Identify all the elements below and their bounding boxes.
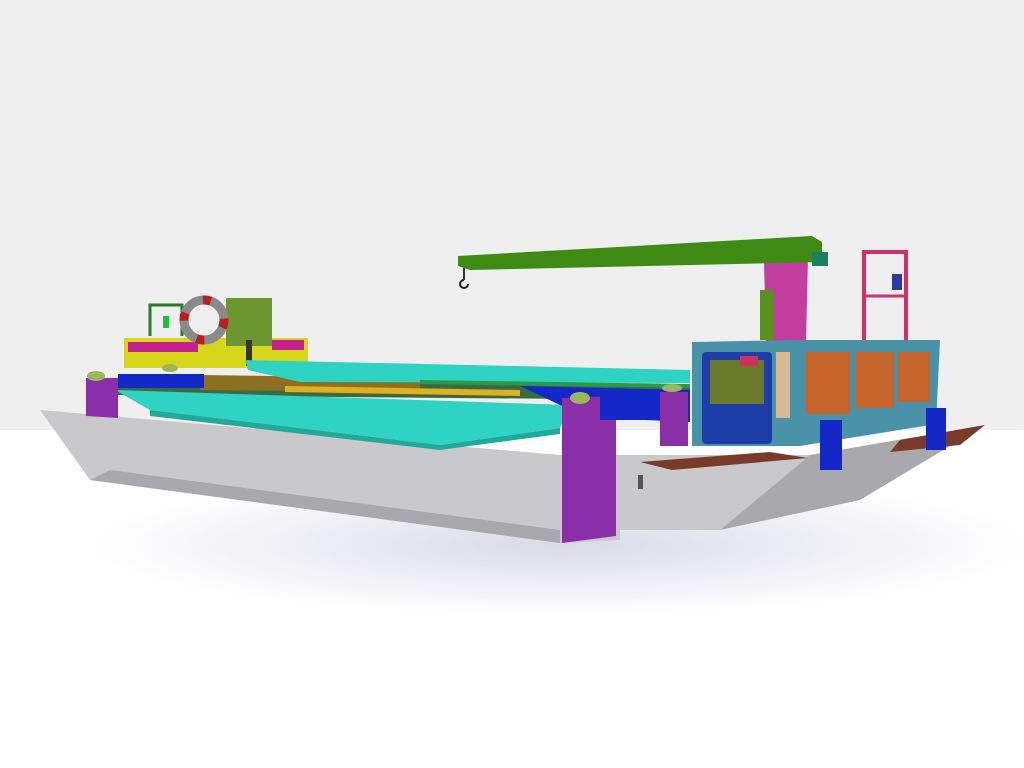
railing-magenta-band xyxy=(128,342,198,352)
cabin-fender-1 xyxy=(820,420,842,470)
cabin-window-3 xyxy=(898,352,930,402)
fender-left xyxy=(118,374,204,388)
bollard-center-top xyxy=(600,394,660,420)
cabin-window-2 xyxy=(856,352,894,408)
rope-coil-1 xyxy=(87,371,105,381)
cabin-door-handle xyxy=(740,356,758,366)
console-box xyxy=(226,298,272,346)
cabin-door-window xyxy=(710,360,764,404)
rope-coil-4 xyxy=(662,384,682,392)
railing-magenta-band-2 xyxy=(272,340,304,350)
cabin-window-1 xyxy=(806,352,850,414)
crane-post-base xyxy=(760,290,774,340)
crane-winch xyxy=(812,252,828,266)
cabin-side-panel xyxy=(776,352,790,418)
bow-light xyxy=(163,316,169,328)
hull-vent xyxy=(638,475,643,489)
cabin-fender-2 xyxy=(926,408,946,450)
bollard-left xyxy=(86,378,118,418)
cabin-roof-light xyxy=(892,274,902,290)
boat-render-scene xyxy=(0,0,1024,768)
rope-coil-3 xyxy=(162,364,178,372)
bollard-right-post xyxy=(660,392,688,446)
rope-coil-2 xyxy=(570,392,590,404)
